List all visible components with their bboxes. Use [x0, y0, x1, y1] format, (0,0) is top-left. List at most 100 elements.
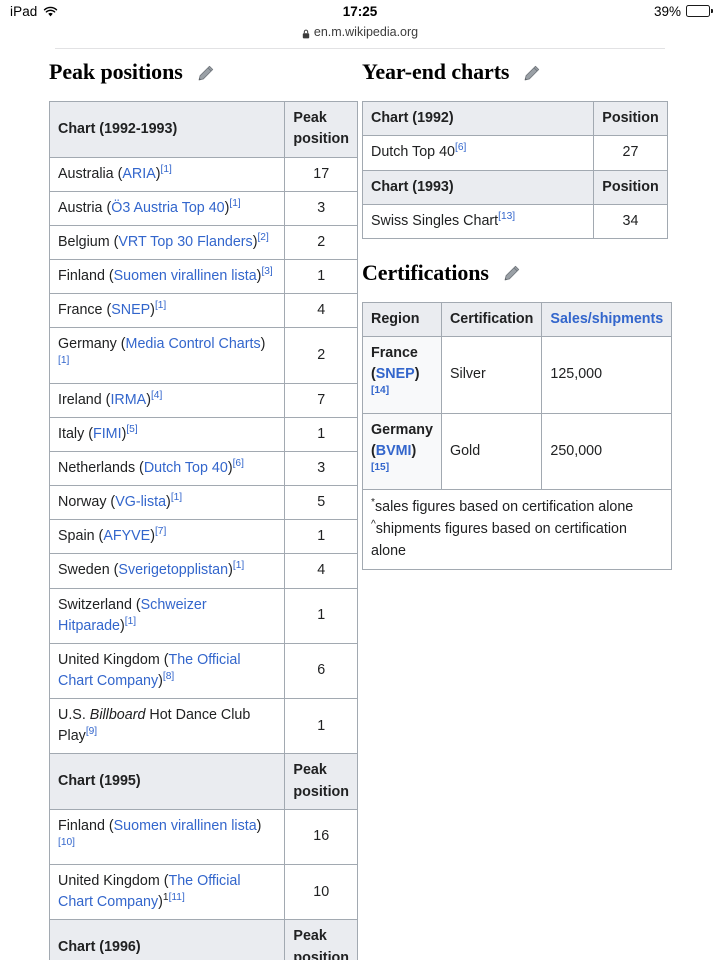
reference-link[interactable]: [6]: [455, 143, 466, 154]
chart-link[interactable]: Dutch Top 40: [144, 460, 228, 476]
chart-link[interactable]: VG-lista: [115, 494, 166, 510]
table-row: Finland (Suomen virallinen lista)[3] 1: [48, 258, 358, 295]
peak-position-cell: 16: [284, 808, 358, 866]
reference-link[interactable]: [1]: [155, 300, 166, 311]
chart-link[interactable]: ARIA: [122, 166, 155, 182]
reference-superscript: [6]: [455, 143, 466, 154]
table-row: Ireland (IRMA)[4] 7: [48, 382, 358, 418]
chart-name-cell: United Kingdom (The Official Chart Compa…: [48, 642, 286, 700]
certifying-body-link[interactable]: BVMI: [376, 443, 412, 459]
chart-name-cell: Finland (Suomen virallinen lista)[3]: [48, 258, 286, 295]
certification-cell: Silver: [440, 336, 543, 414]
reference-link[interactable]: [8]: [163, 671, 174, 682]
reference-link[interactable]: [9]: [86, 727, 97, 738]
chart-link[interactable]: VRT Top 30 Flanders: [118, 234, 252, 250]
chart-link[interactable]: Sverigetopplistan: [118, 562, 228, 578]
chart-name-cell: Netherlands (Dutch Top 40)[6]: [48, 450, 286, 487]
chart-link[interactable]: Ö3 Austria Top 40: [111, 200, 224, 216]
peak-position-cell: 3: [284, 450, 358, 487]
chart-name-cell: Germany (Media Control Charts)[1]: [48, 327, 286, 384]
chart-link[interactable]: The Official Chart Company: [58, 873, 241, 910]
column-header-position: Position: [593, 169, 668, 205]
reference-superscript: [8]: [163, 671, 174, 682]
table-row: Italy (FIMI)[5] 1: [48, 416, 358, 452]
status-bar-clock: 17:25: [342, 3, 378, 19]
pencil-edit-icon[interactable]: [522, 64, 541, 83]
chart-link[interactable]: Suomen virallinen lista: [114, 268, 257, 284]
column-header-position: Position: [593, 101, 668, 137]
reference-superscript: [4]: [151, 390, 162, 401]
chart-link[interactable]: IRMA: [110, 392, 146, 408]
reference-link[interactable]: [2]: [257, 232, 268, 243]
year-end-charts-table: Chart (1992) Position Dutch Top 40[6] 27 Cha…: [362, 101, 668, 239]
reference-link[interactable]: [4]: [151, 390, 162, 401]
reference-link[interactable]: [1]: [58, 356, 69, 367]
table-footer-row: *sales figures based on certification al…: [361, 489, 673, 570]
chart-name-cell: Belgium (VRT Top 30 Flanders)[2]: [48, 224, 286, 260]
chart-name-cell: Austria (Ö3 Austria Top 40)[1]: [48, 190, 286, 226]
reference-superscript: [9]: [86, 727, 97, 738]
chart-name-cell: Finland (Suomen virallinen lista)[10]: [48, 808, 286, 866]
reference-link[interactable]: [1]: [229, 198, 240, 209]
table-header-row: Region Certification Sales/shipments: [362, 301, 673, 338]
chart-name-cell: Italy (FIMI)[5]: [48, 416, 286, 452]
pencil-edit-icon[interactable]: [502, 264, 521, 283]
reference-superscript: [2]: [257, 232, 268, 243]
reference-superscript: [1]: [171, 492, 182, 503]
chart-link[interactable]: Media Control Charts: [126, 336, 261, 352]
reference-link[interactable]: [1]: [233, 561, 244, 572]
certifying-body-link[interactable]: SNEP: [376, 366, 415, 382]
reference-link[interactable]: [15]: [371, 462, 389, 473]
chart-name-cell: United Kingdom (The Official Chart Compa…: [48, 864, 286, 921]
reference-link[interactable]: [5]: [126, 424, 137, 435]
column-header-chart: Chart (1992-1993): [48, 101, 286, 158]
reference-link[interactable]: [1]: [125, 616, 136, 627]
chart-name-cell: Spain (AFYVE)[7]: [48, 519, 286, 555]
chart-link[interactable]: FIMI: [93, 426, 122, 442]
chart-link[interactable]: SNEP: [111, 302, 150, 318]
sales-cell: 250,000: [541, 412, 673, 491]
chart-link[interactable]: AFYVE: [103, 528, 150, 544]
certification-cell: Gold: [440, 412, 543, 491]
reference-link[interactable]: [6]: [233, 458, 244, 469]
reference-superscript: [1]: [233, 561, 244, 572]
italic-text: Billboard: [89, 707, 146, 724]
reference-link[interactable]: [14]: [371, 386, 389, 397]
right-column: Year-end charts Chart (1992) Position Dutc…: [361, 59, 673, 570]
reference-link[interactable]: [1]: [171, 492, 182, 503]
pencil-edit-icon[interactable]: [196, 64, 215, 83]
reference-link[interactable]: [1]: [161, 164, 172, 175]
reference-link[interactable]: [10]: [58, 837, 75, 848]
reference-link[interactable]: [3]: [261, 266, 272, 277]
table-row: France (SNEP)[14] Silver 125,000: [362, 336, 673, 414]
reference-link[interactable]: [7]: [155, 526, 166, 537]
reference-superscript: [1]: [58, 356, 69, 367]
table-row: Spain (AFYVE)[7] 1: [48, 519, 358, 555]
reference-superscript: [13]: [498, 211, 515, 222]
table-row: Belgium (VRT Top 30 Flanders)[2] 2: [48, 224, 358, 260]
region-cell: France (SNEP)[14]: [362, 336, 442, 414]
region-cell: Germany (BVMI)[15]: [362, 412, 442, 491]
chart-name-cell: U.S. Billboard Hot Dance Club Play[9]: [48, 698, 286, 755]
certification-footnote: ^shipments figures based on certificatio…: [371, 519, 627, 560]
browser-url-bar[interactable]: en.m.wikipedia.org: [0, 22, 720, 42]
table-header-row: Chart (1992) Position: [362, 101, 668, 137]
reference-link[interactable]: [13]: [498, 211, 515, 222]
column-header-chart: Chart (1996): [48, 919, 286, 960]
chart-name-cell: France (SNEP)[1]: [48, 293, 286, 329]
reference-superscript: [6]: [233, 458, 244, 469]
table-row: United Kingdom (The Official Chart Compa…: [48, 864, 358, 921]
peak-position-cell: 4: [284, 553, 358, 589]
chart-name-cell: Ireland (IRMA)[4]: [48, 382, 286, 418]
chart-link[interactable]: Suomen virallinen lista: [114, 818, 257, 834]
peak-position-cell: 2: [284, 224, 358, 260]
sales-shipments-link[interactable]: Sales/shipments: [550, 311, 663, 327]
reference-superscript: [11]: [169, 892, 185, 903]
footnote-marker: *: [371, 497, 375, 509]
footnote-marker: ^: [371, 519, 376, 531]
table-header-row: Chart (1996) Peak position: [48, 919, 358, 960]
section-heading-year-end-charts: Year-end charts: [362, 59, 668, 84]
reference-link[interactable]: [11]: [169, 892, 185, 903]
chart-link[interactable]: The Official Chart Company: [58, 652, 241, 689]
peak-position-cell: 1: [284, 416, 358, 452]
